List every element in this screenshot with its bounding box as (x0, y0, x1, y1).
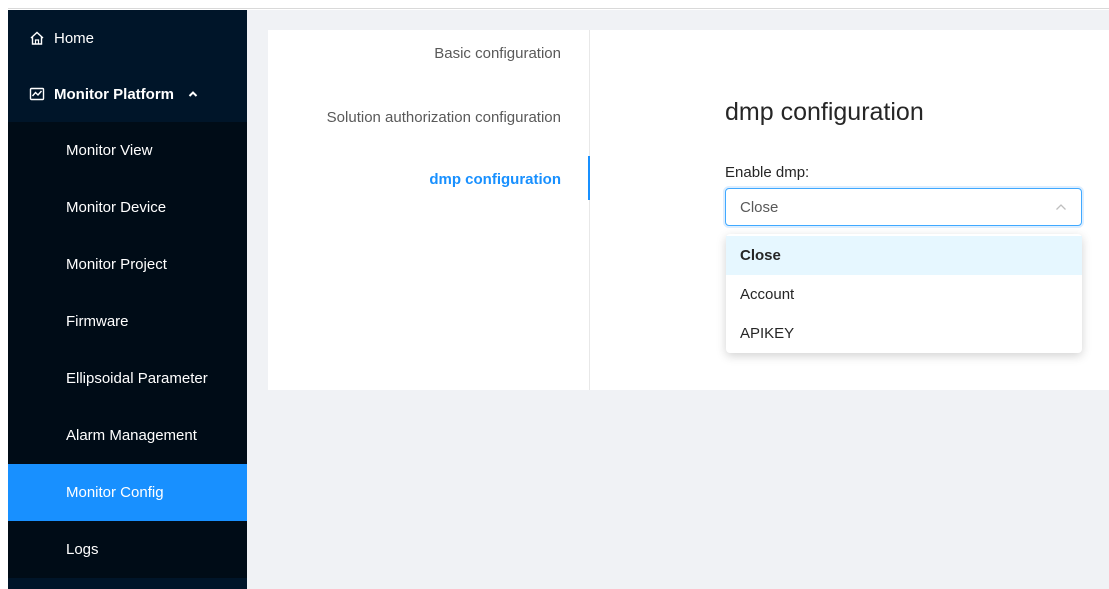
config-tabs: Basic configuration Solution authorizati… (268, 30, 590, 390)
sidebar-item-monitor-config[interactable]: Monitor Config (8, 464, 247, 521)
option-close[interactable]: Close (726, 236, 1082, 275)
enable-dmp-dropdown: Close Account APIKEY (726, 234, 1082, 353)
sidebar-item-home[interactable]: Home (8, 10, 247, 66)
select-arrow-icon (1055, 201, 1067, 213)
line-chart-icon (28, 85, 46, 103)
sidebar-item-monitor-device[interactable]: Monitor Device (8, 179, 247, 236)
sidebar-item-label: Monitor Project (66, 256, 167, 273)
sidebar-item-label: Monitor Platform (54, 85, 174, 103)
sidebar-item-label: Monitor Config (66, 484, 164, 501)
enable-dmp-select[interactable]: Close (725, 188, 1082, 226)
chevron-up-icon (188, 90, 198, 98)
sidebar-item-monitor-view[interactable]: Monitor View (8, 122, 247, 179)
sidebar-item-ellipsoidal-parameter[interactable]: Ellipsoidal Parameter (8, 350, 247, 407)
sidebar-item-firmware[interactable]: Firmware (8, 293, 247, 350)
select-value: Close (740, 198, 779, 216)
option-apikey[interactable]: APIKEY (726, 314, 1082, 353)
sidebar-item-label: Logs (66, 541, 99, 558)
window-frame-top (8, 0, 1109, 9)
sidebar-item-logs[interactable]: Logs (8, 521, 247, 578)
sidebar-item-alarm-management[interactable]: Alarm Management (8, 407, 247, 464)
sidebar-item-label: Firmware (66, 313, 129, 330)
active-tab-indicator (588, 156, 590, 200)
sidebar-item-label: Monitor View (66, 142, 153, 159)
sidebar-item-monitor-platform[interactable]: Monitor Platform (8, 66, 247, 122)
sidebar-submenu: Monitor View Monitor Device Monitor Proj… (8, 122, 247, 578)
sidebar-item-monitor-project[interactable]: Monitor Project (8, 236, 247, 293)
tab-basic-configuration[interactable]: Basic configuration (434, 45, 561, 62)
sidebar-item-label: Monitor Device (66, 199, 167, 216)
sidebar: Home Monitor Platform Monitor View Monit… (8, 10, 247, 589)
sidebar-item-label: Ellipsoidal Parameter (66, 370, 208, 387)
sidebar-item-label: Alarm Management (66, 427, 197, 444)
tab-solution-authorization-configuration[interactable]: Solution authorization configuration (327, 109, 561, 126)
option-account[interactable]: Account (726, 275, 1082, 314)
home-icon (28, 29, 46, 47)
sidebar-item-label: Home (54, 29, 95, 47)
tab-dmp-configuration[interactable]: dmp configuration (429, 171, 561, 188)
window-frame-left (0, 0, 8, 589)
